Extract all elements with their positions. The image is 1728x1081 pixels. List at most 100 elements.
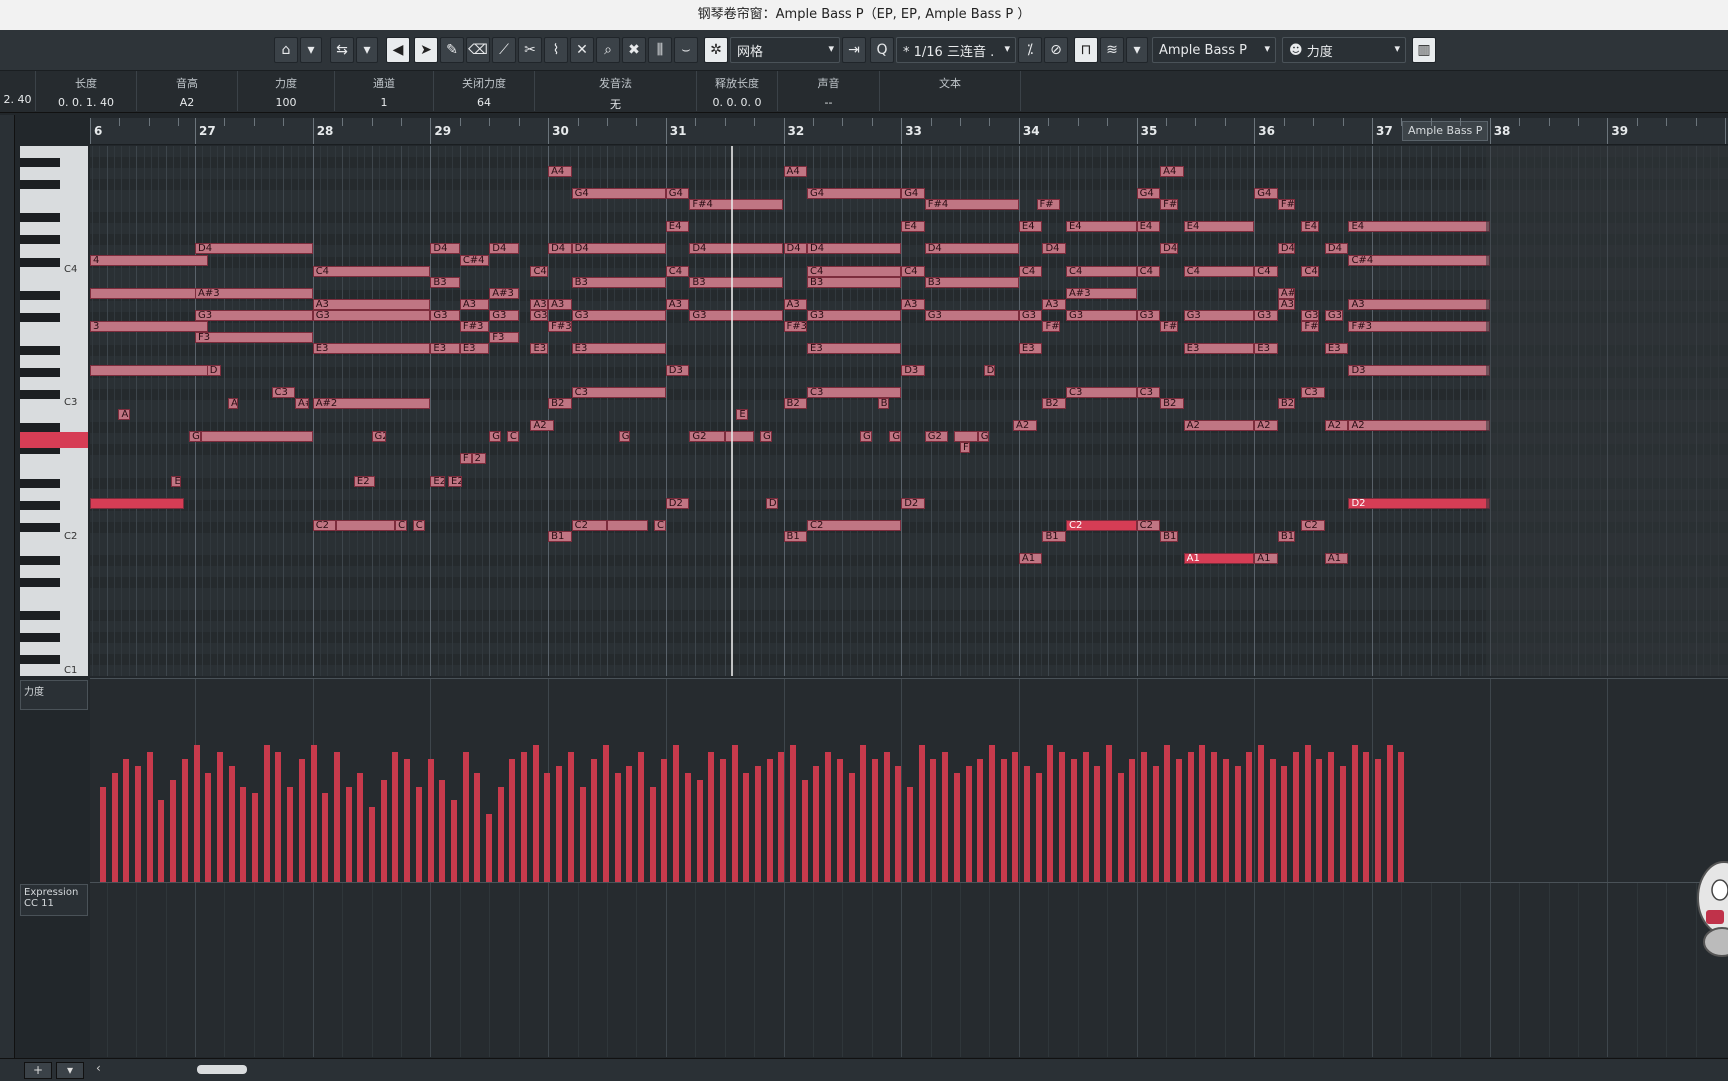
info-voice[interactable]: 声音 -- [778,71,880,111]
midi-note[interactable]: A3 [459,298,490,310]
midi-note[interactable] [724,431,755,443]
velocity-bar[interactable] [123,758,130,883]
midi-note[interactable]: E4 [1065,221,1137,233]
midi-note[interactable]: B3 [430,276,460,288]
line-tool-icon[interactable]: ⫼ [648,37,672,63]
velocity-bar[interactable] [521,752,528,883]
info-channel[interactable]: 通道 1 [335,71,434,111]
black-key[interactable] [20,235,60,245]
velocity-bar[interactable] [1140,752,1147,883]
midi-note[interactable]: G4 [1254,188,1278,200]
midi-note[interactable]: A3 [1277,298,1296,310]
velocity-bar[interactable] [661,758,668,883]
midi-note[interactable]: F# [1160,320,1178,332]
midi-note[interactable]: G [759,431,772,443]
midi-note[interactable]: A#3 [1277,287,1296,299]
midi-note[interactable]: G4 [901,188,925,200]
velocity-bar[interactable] [883,752,890,883]
info-text[interactable]: 文本 [880,71,1021,111]
info-release[interactable]: 释放长度 0. 0. 0. 0 [697,71,778,111]
midi-note[interactable]: D4 [571,243,666,255]
midi-note[interactable]: A3 [1042,298,1066,310]
midi-note[interactable] [606,519,649,531]
black-key[interactable] [20,633,60,643]
midi-note[interactable]: A#3 [1065,287,1137,299]
midi-note[interactable]: A# [295,398,310,410]
velocity-bar[interactable] [673,745,680,883]
black-key[interactable] [20,478,60,488]
midi-note[interactable]: C4 [1018,265,1043,277]
midi-note[interactable]: G2 [924,431,949,443]
velocity-bar[interactable] [1012,752,1019,883]
midi-note[interactable]: G [889,431,902,443]
velocity-bar[interactable] [649,786,656,883]
midi-note[interactable]: D [765,497,778,509]
velocity-bar[interactable] [322,793,329,883]
velocity-bar[interactable] [1363,752,1370,883]
velocity-bar[interactable] [310,745,317,883]
glue-tool-icon[interactable]: ⌇ [544,37,568,63]
midi-note[interactable]: D4 [195,243,313,255]
midi-note[interactable]: E3 [312,342,431,354]
note-display[interactable]: 43D4A#3G3F3C4A3G3E3DC3AA#A#2AGEG2E2C2CCD… [90,146,1728,676]
black-key[interactable] [20,655,60,665]
midi-note[interactable]: A3 [783,298,808,310]
midi-note[interactable]: B1 [548,530,572,542]
midi-note[interactable]: A4 [1160,166,1184,178]
quantize-button[interactable]: Q [870,37,894,63]
black-key[interactable] [20,180,60,190]
midi-note[interactable]: E [736,409,749,421]
midi-note[interactable] [954,431,978,443]
velocity-bar[interactable] [813,765,820,883]
midi-note[interactable]: C4 [1065,265,1137,277]
velocity-bar[interactable] [825,752,832,883]
midi-note[interactable]: B1 [1160,530,1178,542]
velocity-bar[interactable] [1339,765,1346,883]
midi-note[interactable]: C [395,519,407,531]
midi-note[interactable]: D4 [430,243,460,255]
velocity-bar[interactable] [731,745,738,883]
velocity-bar[interactable] [404,758,411,883]
midi-note[interactable]: A3 [530,298,549,310]
velocity-bar[interactable] [1164,745,1171,883]
midi-note[interactable]: D2 [665,497,690,509]
info-start[interactable]: 2. 40 [0,71,36,111]
midi-note[interactable]: A4 [548,166,572,178]
midi-note[interactable]: G3 [1183,309,1255,321]
velocity-bar[interactable] [579,786,586,883]
velocity-bar[interactable] [871,758,878,883]
black-key[interactable] [20,555,60,565]
black-key[interactable] [20,390,60,400]
midi-note[interactable]: F# [1042,320,1061,332]
midi-note[interactable]: G4 [807,188,902,200]
midi-note[interactable]: D4 [1160,243,1178,255]
midi-note[interactable]: B1 [1277,530,1296,542]
midi-note[interactable]: G4 [1136,188,1161,200]
velocity-bar[interactable] [638,752,645,883]
midi-note[interactable]: C [412,519,425,531]
midi-note[interactable]: A#2 [312,398,431,410]
velocity-bar[interactable] [778,752,785,883]
velocity-bar[interactable] [1328,752,1335,883]
black-key[interactable] [20,577,60,587]
velocity-bar[interactable] [1211,752,1218,883]
pencil-tool-icon[interactable]: ✎ [440,37,464,63]
midi-note[interactable]: A1 [1324,552,1349,564]
trim-tool-icon[interactable]: ⟋ [492,37,516,63]
velocity-lane-header[interactable]: 力度 [20,680,88,710]
velocity-bar[interactable] [1222,758,1229,883]
midi-note[interactable]: G4 [665,188,690,200]
midi-note[interactable]: E3 [459,342,490,354]
velocity-bar[interactable] [1281,765,1288,883]
midi-note[interactable]: C4 [1254,265,1278,277]
midi-note[interactable]: C2 [807,519,902,531]
zoom-tool-icon[interactable]: ⌕ [596,37,620,63]
velocity-bar[interactable] [450,800,457,883]
midi-note[interactable]: F# [1301,320,1320,332]
velocity-bar[interactable] [509,758,516,883]
midi-note[interactable]: G3 [1018,309,1043,321]
midi-note[interactable]: B2 [1160,398,1184,410]
velocity-bar[interactable] [836,758,843,883]
midi-note[interactable] [90,497,185,509]
velocity-bar[interactable] [427,758,434,883]
